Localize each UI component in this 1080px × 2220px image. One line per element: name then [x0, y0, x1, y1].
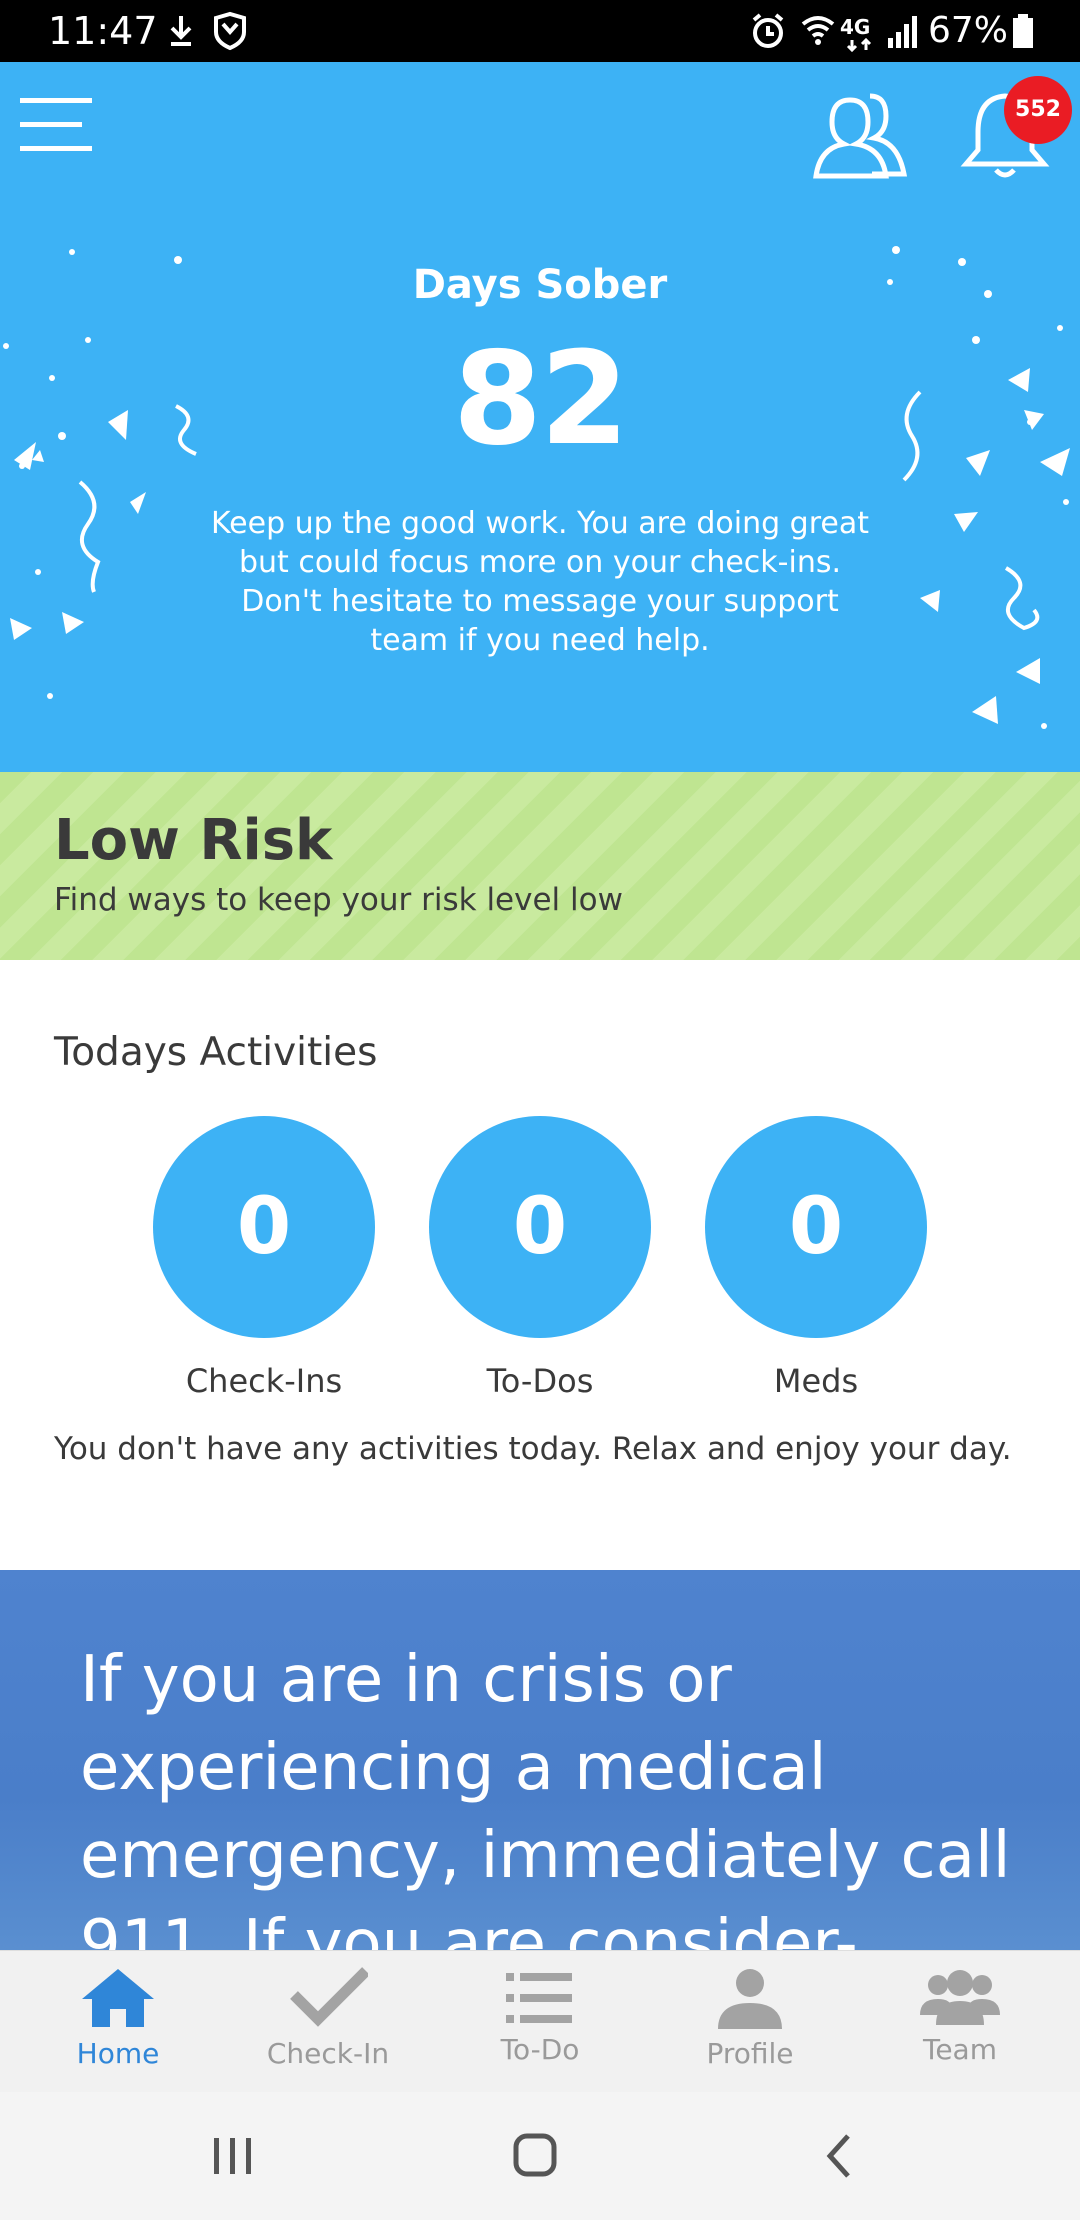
risk-level: Low Risk	[54, 808, 333, 873]
recent-apps-icon[interactable]	[172, 2126, 292, 2186]
risk-description: Find ways to keep your risk level low	[54, 882, 623, 918]
lte-icon: 4G	[840, 15, 872, 53]
todos-activity[interactable]: 0 To-Dos	[420, 1116, 660, 1416]
notification-badge[interactable]: 552	[1004, 76, 1072, 144]
signal-icon	[888, 16, 917, 48]
tab-home-label: Home	[76, 2037, 160, 2070]
encouragement-message: Keep up the good work. You are doing gre…	[211, 506, 869, 658]
todays-activities-section: Todays Activities 0 Check-Ins 0 To-Dos 0…	[0, 960, 1080, 1570]
tab-team-label: Team	[922, 2033, 997, 2066]
shield-icon	[214, 11, 246, 51]
download-icon	[170, 16, 192, 46]
meds-label: Meds	[773, 1362, 859, 1400]
wifi-icon	[801, 16, 835, 45]
tab-profile[interactable]: Profile	[642, 1951, 858, 2093]
risk-banner[interactable]: Low Risk Find ways to keep your risk lev…	[0, 772, 1080, 960]
menu-icon[interactable]	[20, 94, 92, 154]
tab-to-do[interactable]: To-Do	[432, 1951, 648, 2093]
tab-profile-label: Profile	[706, 2037, 794, 2070]
days-sober-title: Days Sober	[412, 262, 668, 308]
home-icon	[82, 1969, 154, 2027]
person-icon	[718, 1969, 782, 2029]
tab-check-in[interactable]: Check-In	[220, 1951, 436, 2093]
group-icon	[920, 1970, 1000, 2025]
tab-team[interactable]: Team	[852, 1951, 1068, 2093]
sobriety-hero: 552 Days Sober 82 Keep up the good work.…	[0, 62, 1080, 772]
bottom-tab-bar: Home Check-In To-Do Profile Team	[0, 1950, 1080, 2093]
battery-icon	[1013, 14, 1033, 48]
tab-check-in-label: Check-In	[266, 2037, 390, 2070]
team-icon[interactable]	[812, 82, 912, 182]
back-icon[interactable]	[778, 2126, 898, 2186]
checkins-activity[interactable]: 0 Check-Ins	[144, 1116, 384, 1416]
meds-activity[interactable]: 0 Meds	[696, 1116, 936, 1416]
crisis-message: If you are in crisis or experiencing a m…	[80, 1643, 1011, 1950]
activities-note: You don't have any activities today. Rel…	[54, 1431, 1012, 1467]
system-navigation-bar	[0, 2092, 1080, 2220]
home-nav-icon[interactable]	[474, 2126, 594, 2186]
tab-home[interactable]: Home	[10, 1951, 226, 2093]
activities-title: Todays Activities	[54, 1030, 378, 1075]
checkins-count[interactable]: 0	[153, 1116, 375, 1338]
status-bar: 11:47 4G 67%	[0, 0, 1080, 62]
todos-label: To-Dos	[486, 1362, 594, 1400]
crisis-banner: If you are in crisis or experiencing a m…	[0, 1570, 1080, 1950]
checkmark-icon	[290, 1967, 368, 2027]
tab-to-do-label: To-Do	[500, 2033, 580, 2066]
list-icon	[506, 1973, 572, 2023]
checkins-label: Check-Ins	[185, 1362, 343, 1400]
days-sober-count: 82	[452, 325, 629, 474]
battery-percent: 67%	[928, 10, 1009, 51]
status-time: 11:47	[48, 9, 158, 53]
todos-count[interactable]: 0	[429, 1116, 651, 1338]
meds-count[interactable]: 0	[705, 1116, 927, 1338]
svg-text:4G: 4G	[840, 15, 870, 39]
alarm-icon	[752, 13, 784, 48]
